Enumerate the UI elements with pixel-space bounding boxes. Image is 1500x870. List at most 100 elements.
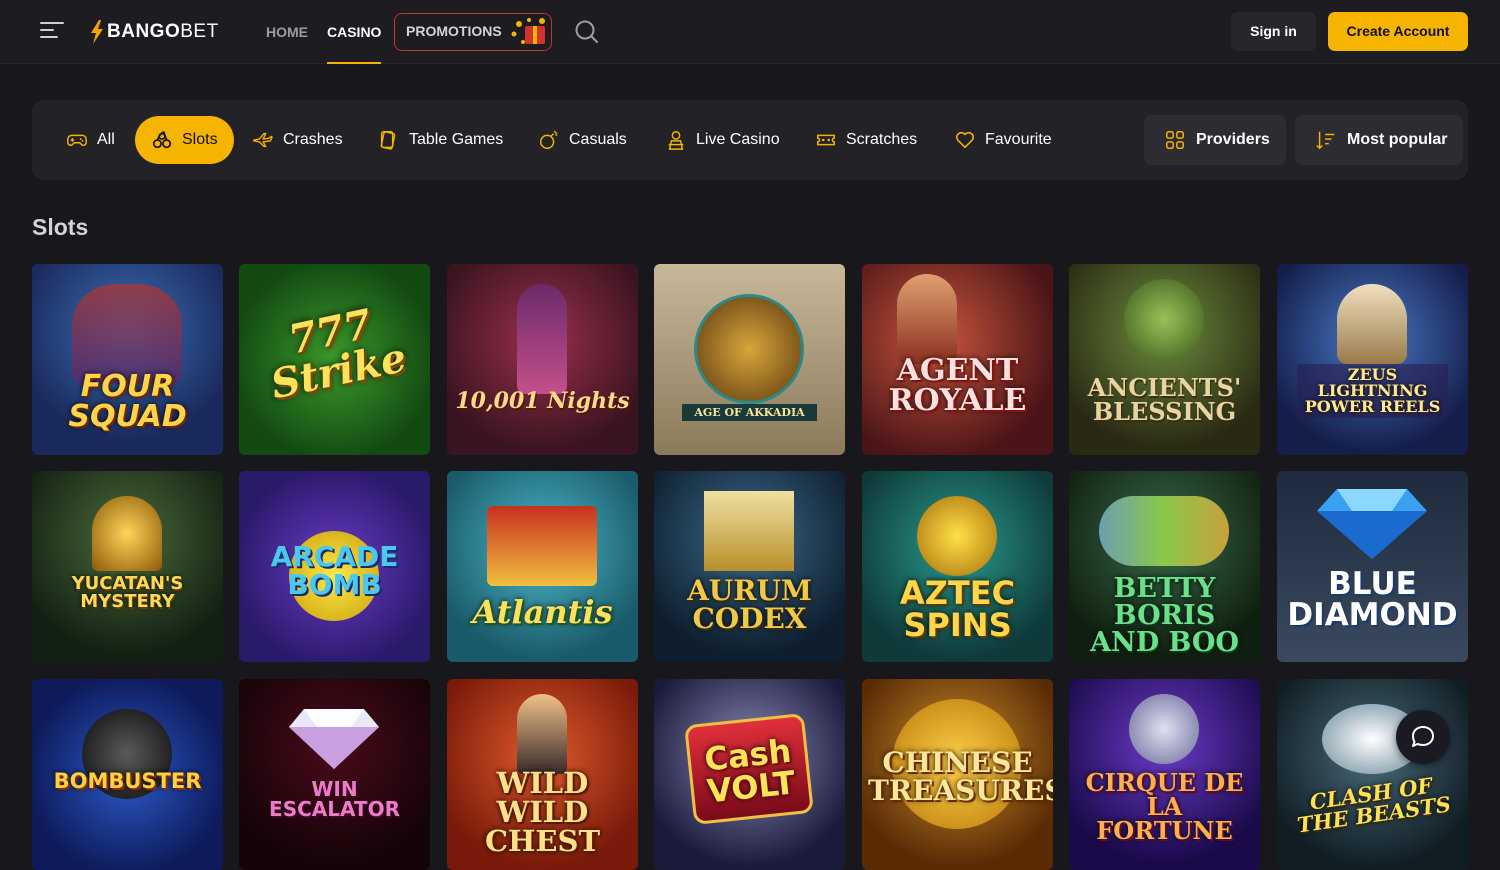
game-tile[interactable]: BOMBUSTER — [32, 679, 223, 870]
game-title: ARCADE BOMB — [270, 540, 399, 601]
providers-button[interactable]: Providers — [1144, 115, 1286, 165]
category-live-casino[interactable]: Live Casino — [649, 116, 796, 164]
game-title: CHINESE TREASURES — [868, 746, 1053, 807]
zeus-art — [1337, 284, 1407, 364]
game-title: BETTY BORIS AND BOO — [1090, 573, 1239, 658]
mask-art — [92, 496, 162, 571]
category-label: Slots — [182, 131, 218, 148]
game-title: BLUE DIAMOND — [1287, 566, 1458, 633]
category-label: All — [97, 131, 115, 148]
logo-part1: BANGO — [107, 21, 181, 42]
game-tile[interactable]: AURUM CODEX — [654, 471, 845, 662]
nav-home[interactable]: HOME — [266, 0, 308, 64]
game-tile[interactable]: CLASH OF THE BEASTS — [1277, 679, 1468, 870]
game-title: AURUM CODEX — [687, 574, 812, 635]
sort-dropdown[interactable]: Most popular — [1295, 115, 1464, 165]
game-title: Atlantis — [472, 593, 613, 631]
characters-art — [1099, 496, 1229, 566]
chat-bubble-icon — [1412, 726, 1434, 747]
cards-icon — [380, 131, 396, 150]
agent-art — [897, 274, 957, 364]
game-title: ZEUS LIGHTNING POWER REELS — [1297, 364, 1448, 418]
category-slots[interactable]: Slots — [135, 116, 234, 164]
game-tile[interactable]: WIN ESCALATOR — [239, 679, 430, 870]
category-label: Table Games — [409, 131, 504, 148]
category-favourite[interactable]: Favourite — [938, 116, 1068, 164]
category-scratches[interactable]: Scratches — [799, 116, 933, 164]
search-icon[interactable] — [574, 19, 600, 45]
game-tile[interactable]: 777 Strike — [239, 264, 430, 455]
game-title: AGE OF AKKADIA — [682, 404, 817, 421]
game-tile[interactable]: Atlantis — [447, 471, 638, 662]
logo-part2: BET — [180, 21, 219, 42]
nav-casino[interactable]: CASINO — [327, 0, 382, 64]
category-label: Scratches — [846, 131, 918, 148]
game-title: WIN ESCALATOR — [269, 777, 400, 821]
game-title: BOMBUSTER — [53, 769, 202, 793]
game-tile[interactable]: AGE OF AKKADIA — [654, 264, 845, 455]
bolt-icon — [91, 20, 103, 44]
category-label: Casuals — [569, 131, 627, 148]
game-title: AZTEC SPINS — [899, 574, 1016, 644]
chat-button[interactable] — [1396, 710, 1450, 764]
gamepad-icon — [67, 134, 87, 146]
category-label: Live Casino — [696, 131, 780, 148]
sort-icon — [1316, 131, 1335, 150]
category-label: Favourite — [985, 131, 1052, 148]
category-crashes[interactable]: Crashes — [236, 116, 359, 164]
treasure-chest-art — [487, 506, 597, 586]
dealer-icon — [668, 131, 684, 150]
grid-icon — [1166, 131, 1184, 149]
game-tile[interactable]: BETTY BORIS AND BOO — [1069, 471, 1260, 662]
sun-disc-art — [917, 496, 997, 576]
game-tile[interactable]: ARCADE BOMB — [239, 471, 430, 662]
category-bar: All Slots Crashes Table Games Casuals Li… — [32, 100, 1468, 180]
gift-box-icon — [511, 18, 545, 44]
category-casuals[interactable]: Casuals — [522, 116, 643, 164]
category-label: Crashes — [283, 131, 343, 148]
hamburger-menu-icon[interactable] — [40, 22, 64, 42]
heart-icon — [955, 131, 975, 149]
game-tile[interactable]: CIRQUE DE LA FORTUNE — [1069, 679, 1260, 870]
game-title: AGENT ROYALE — [888, 353, 1027, 418]
game-title: ANCIENTS' BLESSING — [1087, 373, 1242, 426]
game-tile[interactable]: WILD WILD CHEST — [447, 679, 638, 870]
book-art — [704, 491, 794, 571]
create-account-button[interactable]: Create Account — [1328, 12, 1468, 51]
medusa-art — [1124, 279, 1204, 359]
game-title: CIRQUE DE LA FORTUNE — [1085, 768, 1244, 845]
game-tile[interactable]: ANCIENTS' BLESSING — [1069, 264, 1260, 455]
game-title: CLASH OF THE BEASTS — [1295, 772, 1453, 838]
game-tile[interactable]: YUCATAN'S MYSTERY — [32, 471, 223, 662]
sort-label: Most popular — [1347, 131, 1448, 148]
diamond-icon — [289, 709, 379, 769]
game-tile[interactable]: FOUR SQUAD — [32, 264, 223, 455]
main-nav: HOME CASINO — [266, 0, 400, 64]
providers-label: Providers — [1196, 131, 1270, 148]
game-tile[interactable]: Cash VOLT — [654, 679, 845, 870]
game-title: FOUR SQUAD — [68, 369, 187, 434]
category-all[interactable]: All — [50, 116, 131, 164]
ticket-icon — [817, 134, 835, 146]
game-tile[interactable]: CHINESE TREASURES — [862, 679, 1053, 870]
game-title: 10,001 Nights — [455, 388, 630, 414]
game-title: WILD WILD CHEST — [484, 766, 601, 858]
category-table-games[interactable]: Table Games — [362, 116, 519, 164]
sign-in-button[interactable]: Sign in — [1231, 12, 1316, 51]
diamond-icon — [1317, 489, 1427, 559]
promotions-button[interactable]: PROMOTIONS — [394, 13, 552, 51]
game-tile[interactable]: BLUE DIAMOND — [1277, 471, 1468, 662]
game-tile[interactable]: ZEUS LIGHTNING POWER REELS — [1277, 264, 1468, 455]
game-tile[interactable]: AGENT ROYALE — [862, 264, 1053, 455]
game-tile[interactable]: 10,001 Nights — [447, 264, 638, 455]
game-title: Cash VOLT — [702, 731, 798, 811]
game-title: YUCATAN'S MYSTERY — [71, 573, 184, 612]
game-tile[interactable]: AZTEC SPINS — [862, 471, 1053, 662]
jester-art — [1129, 694, 1199, 764]
logo-text: BANGOBET — [107, 21, 219, 43]
dancer-art — [517, 284, 567, 394]
section-title: Slots — [32, 214, 89, 240]
logo[interactable]: BANGOBET — [90, 18, 219, 46]
game-title: 777 Strike — [266, 300, 411, 409]
bomb-icon — [540, 130, 558, 149]
